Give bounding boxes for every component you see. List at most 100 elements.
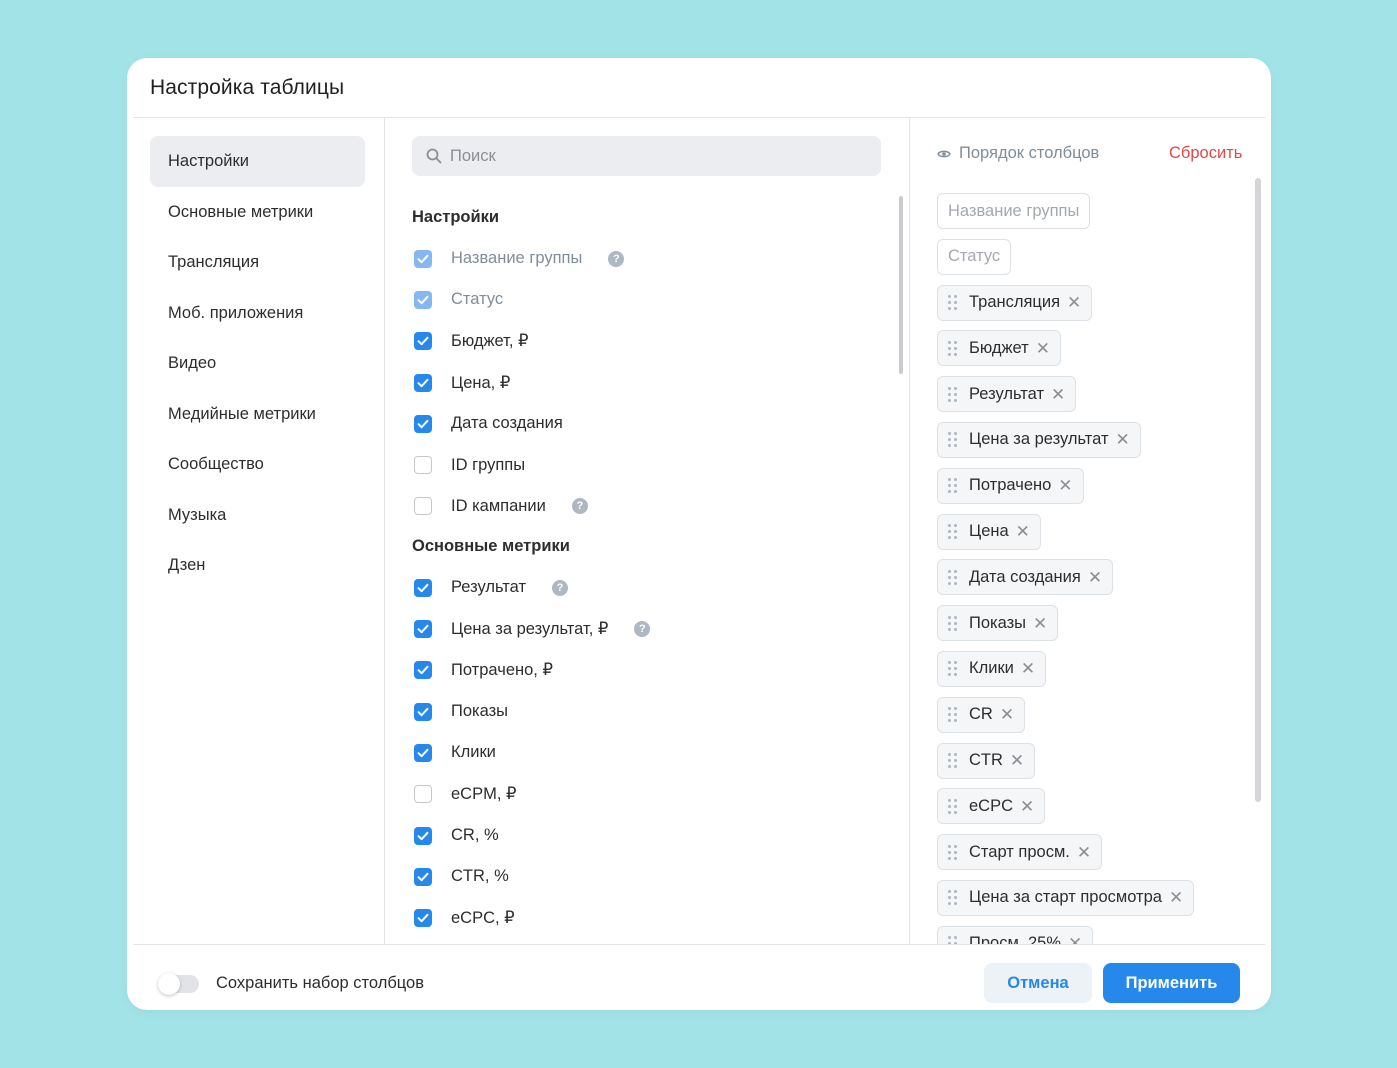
column-chip[interactable]: CTR ✕ (937, 742, 1036, 779)
drag-handle-icon[interactable] (948, 661, 957, 677)
column-order-list[interactable]: Название группы Статус Трансляция ✕ Бюджет ✕ Р… (937, 193, 1257, 944)
help-icon[interactable]: ? (552, 579, 569, 596)
nav-item[interactable]: Дзен (150, 540, 365, 591)
drag-handle-icon[interactable] (948, 615, 957, 631)
remove-column-icon[interactable]: ✕ (1058, 477, 1072, 494)
checkbox[interactable] (414, 743, 432, 762)
remove-column-icon[interactable]: ✕ (1020, 798, 1034, 815)
column-checkbox-row[interactable]: Дата создания (412, 403, 882, 444)
column-chip[interactable]: Потрачено ✕ (937, 467, 1084, 504)
column-chip[interactable]: Дата создания ✕ (937, 559, 1114, 596)
drag-handle-icon[interactable] (948, 432, 957, 448)
column-checkbox-row[interactable]: CR, % (412, 815, 882, 856)
checkbox[interactable] (414, 867, 432, 886)
nav-item[interactable]: Настройки (150, 136, 365, 187)
checkbox[interactable] (414, 456, 432, 475)
column-checkbox-row[interactable]: CTR, % (412, 856, 882, 897)
checkbox[interactable] (414, 702, 432, 721)
column-chip[interactable]: Просм. 25% ✕ (937, 925, 1094, 944)
column-chip[interactable]: Цена за старт просмотра ✕ (937, 879, 1195, 916)
drag-handle-icon[interactable] (948, 936, 957, 944)
checkbox[interactable] (414, 620, 432, 639)
checkbox[interactable] (414, 497, 432, 516)
drag-handle-icon[interactable] (948, 524, 957, 540)
help-icon[interactable]: ? (634, 621, 651, 638)
column-checkbox-row[interactable]: Цена за результат, ₽? (412, 608, 882, 649)
drag-handle-icon[interactable] (948, 798, 957, 814)
drag-handle-icon[interactable] (948, 295, 957, 311)
column-chip[interactable]: Цена ✕ (937, 513, 1041, 550)
column-checkbox-row[interactable]: Название группы? (412, 238, 882, 279)
column-chip[interactable]: Бюджет ✕ (937, 330, 1061, 367)
column-checkbox-row[interactable]: eCPC, ₽ (412, 897, 882, 938)
checkbox-list-scrollbar[interactable] (899, 196, 903, 374)
checkbox-label: Показы (451, 702, 509, 721)
dialog-title: Настройка таблицы (150, 76, 345, 99)
nav-item[interactable]: Музыка (150, 490, 365, 541)
checkbox[interactable] (414, 373, 432, 392)
drag-handle-icon[interactable] (948, 386, 957, 402)
cancel-button[interactable]: Отмена (984, 963, 1092, 1003)
reset-button[interactable]: Сбросить (1169, 144, 1242, 163)
column-order-scrollbar[interactable] (1255, 178, 1261, 802)
checkbox[interactable] (414, 332, 432, 351)
column-checkbox-row[interactable]: eCPM, ₽ (412, 774, 882, 815)
column-checkbox-row[interactable]: Потрачено, ₽ (412, 650, 882, 691)
column-chip[interactable]: CR ✕ (937, 696, 1026, 733)
checkbox[interactable] (414, 785, 432, 804)
column-checkbox-row[interactable]: Клики (412, 732, 882, 773)
checkbox[interactable] (414, 578, 432, 597)
column-chip[interactable]: Результат ✕ (937, 376, 1077, 413)
column-chip[interactable]: Трансляция ✕ (937, 284, 1093, 321)
remove-column-icon[interactable]: ✕ (1077, 844, 1091, 861)
remove-column-icon[interactable]: ✕ (1016, 523, 1030, 540)
search-input[interactable] (450, 146, 850, 166)
column-checkbox-list[interactable]: Настройки Название группы? Статус Бюджет, ₽… (412, 198, 882, 944)
column-checkbox-row[interactable]: Цена, ₽ (412, 362, 882, 403)
remove-column-icon[interactable]: ✕ (1116, 431, 1130, 448)
remove-column-icon[interactable]: ✕ (1010, 752, 1024, 769)
nav-item[interactable]: Сообщество (150, 439, 365, 490)
apply-button[interactable]: Применить (1103, 963, 1240, 1003)
drag-handle-icon[interactable] (948, 569, 957, 585)
drag-handle-icon[interactable] (948, 707, 957, 723)
drag-handle-icon[interactable] (948, 890, 957, 906)
checkbox[interactable] (414, 909, 432, 928)
drag-handle-icon[interactable] (948, 753, 957, 769)
remove-column-icon[interactable]: ✕ (1067, 294, 1081, 311)
nav-item[interactable]: Видео (150, 338, 365, 389)
column-checkbox-row[interactable]: Показы (412, 691, 882, 732)
column-checkbox-row[interactable]: Бюджет, ₽ (412, 321, 882, 362)
column-chip[interactable]: Клики ✕ (937, 650, 1047, 687)
drag-handle-icon[interactable] (948, 478, 957, 494)
remove-column-icon[interactable]: ✕ (1051, 386, 1065, 403)
remove-column-icon[interactable]: ✕ (1088, 569, 1102, 586)
nav-item[interactable]: Основные метрики (150, 187, 365, 238)
remove-column-icon[interactable]: ✕ (1000, 706, 1014, 723)
help-icon[interactable]: ? (608, 250, 625, 267)
remove-column-icon[interactable]: ✕ (1169, 889, 1183, 906)
column-checkbox-row[interactable]: Результат? (412, 567, 882, 608)
drag-handle-icon[interactable] (948, 340, 957, 356)
column-chip[interactable]: Показы ✕ (937, 605, 1059, 642)
search-box[interactable] (412, 136, 881, 176)
column-chip[interactable]: eCPC ✕ (937, 788, 1046, 825)
remove-column-icon[interactable]: ✕ (1033, 615, 1047, 632)
column-checkbox-row[interactable]: Статус (412, 279, 882, 320)
nav-item[interactable]: Трансляция (150, 237, 365, 288)
column-checkbox-row[interactable]: ID кампании? (412, 486, 882, 527)
checkbox[interactable] (414, 414, 432, 433)
checkbox[interactable] (414, 826, 432, 845)
checkbox[interactable] (414, 661, 432, 680)
help-icon[interactable]: ? (571, 498, 588, 515)
remove-column-icon[interactable]: ✕ (1068, 935, 1082, 944)
column-chip[interactable]: Старт просм. ✕ (937, 834, 1103, 871)
remove-column-icon[interactable]: ✕ (1036, 340, 1050, 357)
drag-handle-icon[interactable] (948, 844, 957, 860)
save-set-toggle[interactable] (158, 973, 199, 995)
column-chip[interactable]: Цена за результат ✕ (937, 421, 1141, 458)
nav-item[interactable]: Медийные метрики (150, 389, 365, 440)
nav-item[interactable]: Моб. приложения (150, 288, 365, 339)
remove-column-icon[interactable]: ✕ (1021, 660, 1035, 677)
column-checkbox-row[interactable]: ID группы (412, 444, 882, 485)
